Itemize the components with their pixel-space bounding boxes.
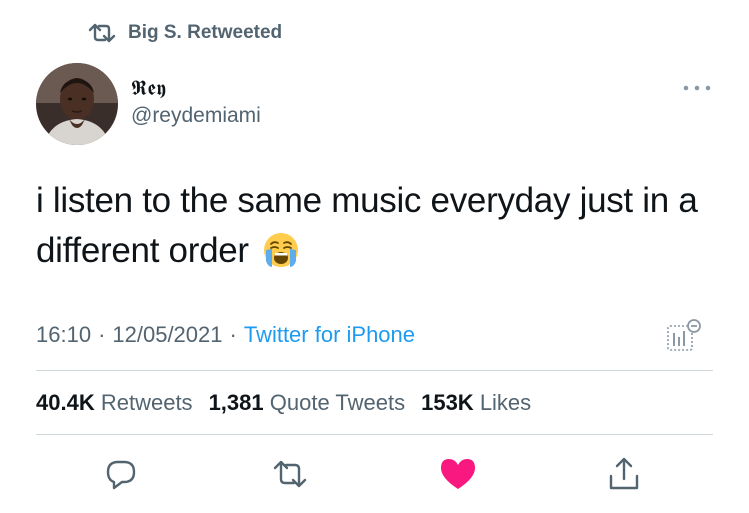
retweet-button[interactable]	[270, 454, 310, 494]
loudly-crying-face-icon	[264, 232, 299, 267]
tweet-detail: Big S. Retweeted 𝕽𝖊𝖞 @reydemiami i liste…	[0, 0, 749, 513]
divider	[36, 370, 713, 371]
retweets-stat[interactable]: 40.4K Retweets	[36, 390, 193, 416]
retweets-count: 40.4K	[36, 390, 95, 415]
quote-tweets-count: 1,381	[208, 390, 264, 415]
separator-dot: ·	[229, 322, 237, 347]
tweet-actions	[0, 448, 749, 498]
quote-tweets-stat[interactable]: 1,381 Quote Tweets	[209, 390, 406, 416]
reply-button[interactable]	[101, 454, 141, 494]
retweet-icon	[88, 23, 116, 43]
reply-icon	[106, 460, 136, 490]
tweet-time[interactable]: 16:10	[36, 322, 91, 348]
tweet-metadata: 16:10 · 12/05/2021 · Twitter for iPhone	[36, 318, 415, 352]
analytics-button[interactable]	[664, 318, 704, 354]
retweeted-by-label: Big S. Retweeted	[128, 22, 283, 43]
separator-dot: ·	[98, 322, 106, 347]
retweets-label: Retweets	[100, 390, 193, 415]
likes-count: 153K	[421, 390, 474, 415]
likes-label: Likes	[479, 390, 532, 415]
author-handle[interactable]: @reydemiami	[131, 104, 261, 128]
divider	[36, 434, 713, 435]
profile-photo-icon	[36, 63, 118, 145]
analytics-icon	[667, 319, 701, 351]
retweet-context[interactable]: Big S. Retweeted	[88, 20, 282, 46]
author-display-name[interactable]: 𝕽𝖊𝖞	[131, 76, 166, 101]
tweet-body: i listen to the same music everyday just…	[36, 176, 726, 276]
share-button[interactable]	[604, 454, 644, 494]
tweet-text-line-2: different order	[36, 231, 249, 270]
like-button[interactable]	[438, 454, 478, 494]
share-icon	[609, 457, 639, 490]
tweet-text-line-1: i listen to the same music everyday just…	[36, 181, 698, 220]
more-icon	[683, 85, 711, 91]
retweet-icon	[273, 460, 307, 488]
tweet-date[interactable]: 12/05/2021	[112, 322, 222, 348]
engagement-stats: 40.4K Retweets 1,381 Quote Tweets 153K L…	[36, 386, 531, 420]
like-icon	[441, 459, 475, 489]
quote-tweets-label: Quote Tweets	[269, 390, 406, 415]
more-options-button[interactable]	[682, 78, 712, 98]
likes-stat[interactable]: 153K Likes	[421, 390, 531, 416]
avatar[interactable]	[36, 63, 118, 145]
tweet-source-link[interactable]: Twitter for iPhone	[244, 322, 415, 348]
